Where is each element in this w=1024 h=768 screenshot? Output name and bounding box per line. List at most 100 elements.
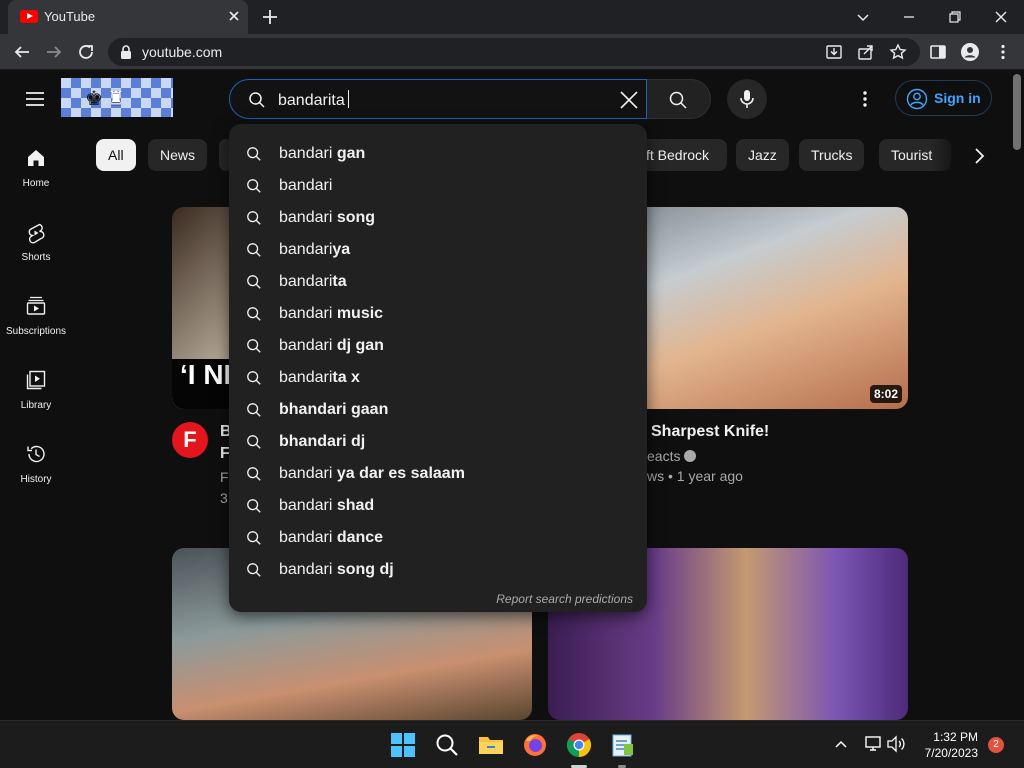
settings-more-icon[interactable] xyxy=(855,88,875,110)
suggestion-item[interactable]: bandariya xyxy=(229,234,647,266)
address-bar[interactable]: youtube.com xyxy=(108,38,920,66)
suggestion-item[interactable]: bandari dance xyxy=(229,522,647,554)
search-icon xyxy=(247,179,261,193)
suggestion-prefix: bandari xyxy=(279,241,333,258)
suggestion-completion: ta x xyxy=(332,369,360,386)
site-logo[interactable]: ♚ ♜ xyxy=(61,78,173,117)
text-caret xyxy=(347,90,349,108)
chrome-icon[interactable] xyxy=(566,732,592,758)
install-app-icon[interactable] xyxy=(824,42,844,62)
mini-guide-sidebar: Home Shorts Subscriptions Library Histor… xyxy=(0,128,72,720)
suggestion-text: bandarita x xyxy=(279,369,360,387)
sign-in-button[interactable]: Sign in xyxy=(895,80,992,116)
tab-search-chevron-icon[interactable] xyxy=(853,7,873,27)
search-suggestions-dropdown: bandari gan bandari bandari song bandariya b… xyxy=(229,124,647,612)
suggestion-prefix: bandari xyxy=(279,145,333,162)
reload-icon[interactable] xyxy=(76,42,96,62)
chip-all[interactable]: All xyxy=(96,139,136,171)
voice-search-button[interactable] xyxy=(727,79,767,119)
lock-icon[interactable] xyxy=(120,45,132,59)
side-panel-icon[interactable] xyxy=(928,42,948,62)
volume-icon[interactable] xyxy=(886,735,906,753)
suggestion-item[interactable]: bandarita x xyxy=(229,362,647,394)
chrome-menu-icon[interactable] xyxy=(993,42,1013,62)
file-explorer-icon[interactable] xyxy=(478,732,504,758)
suggestion-completion: dj gan xyxy=(332,337,384,354)
chip-trucks[interactable]: Trucks xyxy=(799,139,865,171)
notification-badge[interactable]: 2 xyxy=(988,737,1004,753)
sidebar-item-history[interactable]: History xyxy=(0,424,72,498)
chip-jazz[interactable]: Jazz xyxy=(736,139,789,171)
minimize-icon[interactable] xyxy=(899,7,919,27)
chip-news[interactable]: News xyxy=(148,139,208,171)
close-tab-icon[interactable] xyxy=(226,8,242,24)
new-tab-icon[interactable] xyxy=(260,7,280,27)
suggestion-completion: ya dar es salaam xyxy=(332,465,465,482)
history-icon xyxy=(27,445,45,463)
suggestion-item[interactable]: bandari dj gan xyxy=(229,330,647,362)
suggestion-completion: shad xyxy=(332,497,375,514)
suggestion-text: bandari dance xyxy=(279,529,383,547)
search-input[interactable]: bandarita xyxy=(229,79,647,119)
report-search-predictions-link[interactable]: Report search predictions xyxy=(496,592,633,606)
channel-name[interactable]: eacts xyxy=(647,448,697,464)
suggestion-text: bandari song dj xyxy=(279,561,394,579)
hamburger-menu-icon[interactable] xyxy=(24,88,46,110)
network-icon[interactable] xyxy=(863,735,883,753)
suggestion-completion: bhandari dj xyxy=(279,433,366,450)
suggestion-item[interactable]: bandari song dj xyxy=(229,554,647,586)
sidebar-item-home[interactable]: Home xyxy=(0,128,72,202)
forward-arrow-icon[interactable] xyxy=(44,42,64,62)
suggestion-prefix: bandari xyxy=(279,561,333,578)
shorts-icon xyxy=(28,223,45,244)
video-meta: ws • 1 year ago xyxy=(647,468,743,484)
search-icon xyxy=(247,403,261,417)
channel-avatar[interactable]: F xyxy=(172,422,208,458)
share-icon[interactable] xyxy=(856,42,876,62)
suggestion-item[interactable]: bhandari dj xyxy=(229,426,647,458)
search-icon xyxy=(247,211,261,225)
clock-time[interactable]: 1:32 PM xyxy=(920,730,978,744)
restore-icon[interactable] xyxy=(945,7,965,27)
suggestion-completion: song xyxy=(332,209,376,226)
suggestion-item[interactable]: bandari ya dar es salaam xyxy=(229,458,647,490)
search-query-text: bandarita xyxy=(278,92,345,109)
back-arrow-icon[interactable] xyxy=(12,42,32,62)
suggestion-item[interactable]: bandari music xyxy=(229,298,647,330)
firefox-icon[interactable] xyxy=(522,732,548,758)
chevron-up-icon[interactable] xyxy=(832,735,850,753)
suggestion-item[interactable]: bhandari gaan xyxy=(229,394,647,426)
close-window-icon[interactable] xyxy=(991,7,1011,27)
clock-date[interactable]: 7/20/2023 xyxy=(914,746,978,760)
suggestion-prefix: bandari xyxy=(279,305,333,322)
suggestion-completion: song dj xyxy=(332,561,394,578)
windows-start-icon[interactable] xyxy=(390,732,416,758)
suggestion-item[interactable]: bandari song xyxy=(229,202,647,234)
suggestion-item[interactable]: bandarita xyxy=(229,266,647,298)
bookmark-star-icon[interactable] xyxy=(888,42,908,62)
sidebar-item-subscriptions[interactable]: Subscriptions xyxy=(0,276,72,350)
sidebar-item-label: Library xyxy=(20,400,52,411)
suggestion-item[interactable]: bandari shad xyxy=(229,490,647,522)
account-icon xyxy=(906,88,928,110)
notepad-icon[interactable] xyxy=(610,732,636,758)
chess-king-icon: ♚ xyxy=(85,88,103,110)
chevron-right-icon[interactable] xyxy=(968,145,990,167)
suggestion-item[interactable]: bandari xyxy=(229,170,647,202)
page-scrollbar[interactable] xyxy=(1010,70,1024,720)
suggestion-item[interactable]: bandari gan xyxy=(229,138,647,170)
scrollbar-thumb[interactable] xyxy=(1013,74,1021,150)
suggestion-text: bandari shad xyxy=(279,497,374,515)
suggestion-list: bandari gan bandari bandari song bandariya b… xyxy=(229,138,647,586)
browser-tab-youtube[interactable]: YouTube xyxy=(8,0,248,34)
clear-search-icon[interactable] xyxy=(618,89,640,111)
taskbar-search-icon[interactable] xyxy=(434,732,460,758)
profile-icon[interactable] xyxy=(960,42,980,62)
channel-name-text: eacts xyxy=(647,448,681,464)
sidebar-item-shorts[interactable]: Shorts xyxy=(0,202,72,276)
sidebar-item-label: Shorts xyxy=(21,252,51,263)
sidebar-item-library[interactable]: Library xyxy=(0,350,72,424)
search-icon xyxy=(247,563,261,577)
search-button[interactable] xyxy=(647,79,711,119)
video-title[interactable]: Sharpest Knife! xyxy=(651,423,769,441)
